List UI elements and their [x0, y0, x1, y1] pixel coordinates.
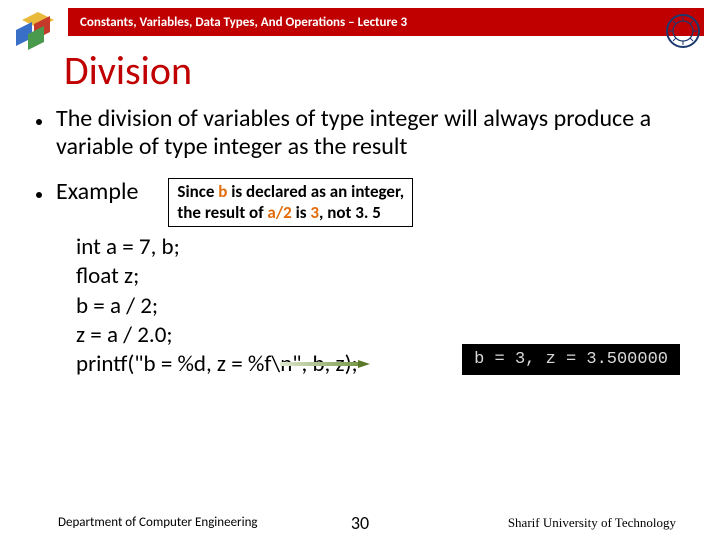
breadcrumb: Constants, Variables, Data Types, And Op… — [80, 15, 407, 30]
university-seal-icon — [666, 14, 700, 48]
bullet-example: Example — [36, 178, 138, 206]
content-area: The division of variables of type intege… — [0, 95, 720, 380]
note-text: , not 3. 5 — [319, 202, 381, 223]
bullet-dot-icon — [36, 192, 42, 198]
example-row: Example Since b is declared as an intege… — [36, 178, 684, 227]
note-text: Since — [177, 181, 218, 202]
code-line: b = a / 2; — [76, 292, 684, 321]
code-line: float z; — [76, 262, 684, 291]
page-number: 30 — [351, 512, 369, 534]
code-line: int a = 7, b; — [76, 233, 684, 262]
bullet-main: The division of variables of type intege… — [36, 105, 684, 160]
note-frac: a/2 — [267, 202, 291, 223]
footer-university: Sharif University of Technology — [508, 515, 676, 531]
bullet-example-label: Example — [56, 178, 138, 206]
footer-department: Department of Computer Engineering — [58, 515, 258, 530]
slide-title: Division — [64, 46, 720, 95]
note-val: 3 — [310, 202, 319, 223]
bullet-dot-icon — [36, 119, 42, 125]
header-bar: Constants, Variables, Data Types, And Op… — [68, 8, 704, 36]
logo-left-icon — [10, 12, 66, 52]
note-text: is declared as an integer, — [227, 181, 404, 202]
footer: Department of Computer Engineering 30 Sh… — [0, 515, 720, 530]
bullet-main-text: The division of variables of type intege… — [56, 105, 684, 160]
note-box: Since b is declared as an integer, the r… — [168, 178, 413, 227]
arrow-icon — [280, 354, 370, 362]
output-box: b = 3, z = 3.500000 — [462, 344, 680, 375]
note-text: is — [292, 202, 311, 223]
note-text: the result of — [177, 202, 267, 223]
